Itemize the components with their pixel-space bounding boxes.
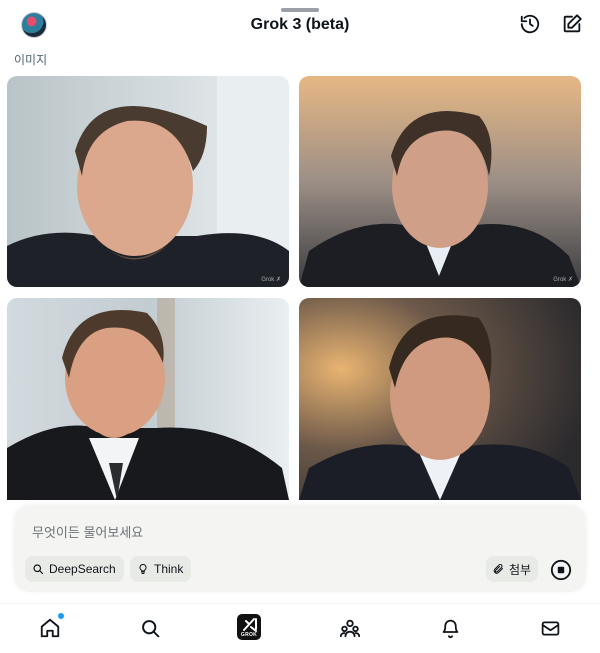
think-button[interactable]: Think [130,556,192,582]
nav-grok[interactable]: GROK [237,614,261,640]
page-title: Grok 3 (beta) [250,16,350,33]
paperclip-icon [493,564,503,574]
composer: 무엇이든 물어보세요 DeepSearch Think 첨부 [14,506,586,592]
generated-image-4[interactable] [299,298,581,500]
attach-button[interactable]: 첨부 [486,556,539,582]
generated-image-3[interactable] [7,298,289,500]
deepsearch-button[interactable]: DeepSearch [25,556,124,582]
image-watermark: Grok ✗ [261,277,281,283]
deepsearch-label: DeepSearch [49,562,116,576]
nav-home[interactable] [38,613,64,640]
search-icon [33,564,44,575]
think-label: Think [154,562,184,576]
nav-communities[interactable] [338,616,362,640]
grok-icon: GROK [237,614,261,640]
history-icon[interactable] [519,13,541,35]
drag-handle[interactable] [281,8,319,12]
new-chat-icon[interactable] [561,13,583,35]
notification-dot [58,613,64,619]
section-label: 이미지 [14,53,48,67]
communities-icon [339,619,361,638]
nav-search[interactable] [138,616,162,640]
nav-messages[interactable] [538,616,562,640]
search-icon [141,619,159,637]
generated-image-2[interactable]: Grok ✗ [299,76,581,287]
grok-text: GROK [240,632,258,638]
nav-notifications[interactable] [438,616,462,640]
generated-image-1[interactable]: Grok ✗ [7,76,289,287]
notifications-icon [442,619,458,638]
stop-icon [550,559,572,581]
home-icon [40,618,60,638]
lightbulb-icon [139,563,147,574]
bottom-nav: GROK [0,603,600,653]
attach-label: 첨부 [509,562,532,577]
messages-icon [541,621,559,635]
stop-button[interactable] [548,557,574,583]
image-watermark: Grok ✗ [553,277,573,283]
prompt-input[interactable]: 무엇이든 물어보세요 [32,522,143,541]
